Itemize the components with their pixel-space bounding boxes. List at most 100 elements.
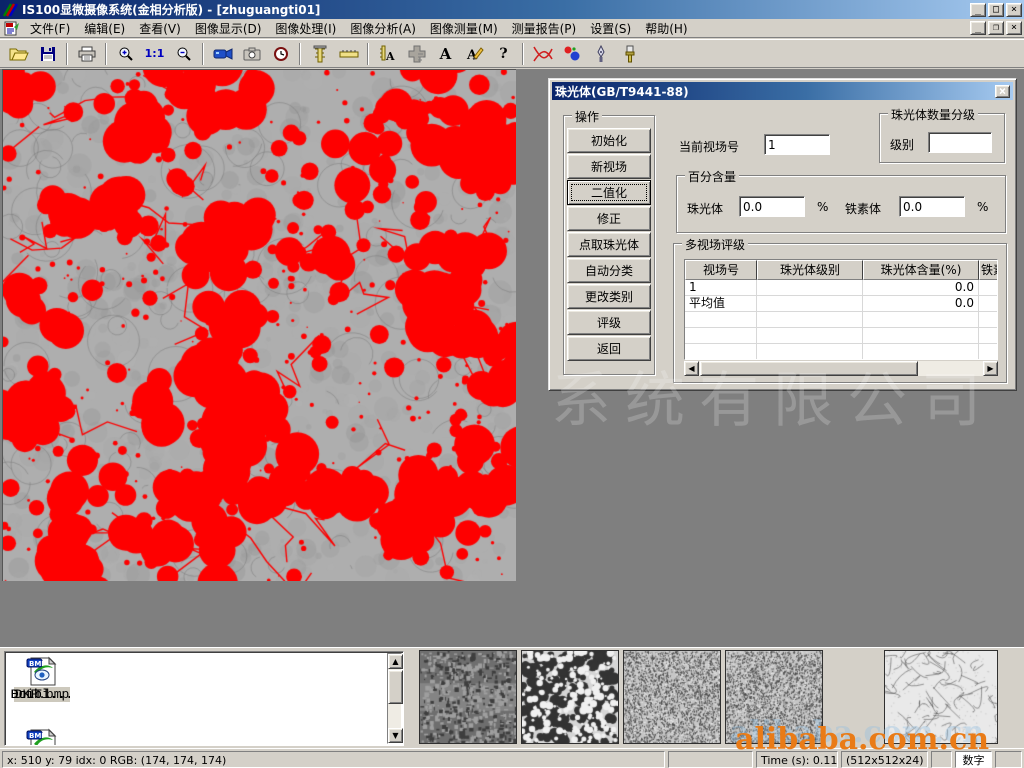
file-item[interactable]: BMP <box>5 728 79 746</box>
cursor-position-status: x: 510 y: 79 idx: 0 RGB: (174, 174, 174) <box>2 751 665 768</box>
operation-button[interactable]: 新视场 <box>567 154 651 179</box>
rating-table[interactable]: 视场号珠光体级别珠光体含量(%)铁素体 1 0.0 平均值 <box>684 259 998 360</box>
dialog-title: 珠光体(GB/T9441-88) <box>555 83 689 100</box>
operation-button[interactable]: 二值化 <box>567 180 651 205</box>
operation-group-label: 操作 <box>572 108 602 125</box>
menu-item[interactable]: 帮助(H) <box>638 19 694 38</box>
thumbnail-3[interactable] <box>623 650 721 744</box>
table-row[interactable]: 1 0.0 <box>685 280 997 296</box>
scroll-down-arrow-icon[interactable]: ▼ <box>388 728 403 743</box>
child-restore-button[interactable]: ❐ <box>988 21 1004 35</box>
operation-button[interactable]: 自动分类 <box>567 258 651 283</box>
svg-text:BMP: BMP <box>29 660 46 668</box>
zoom-in-button[interactable] <box>112 41 139 66</box>
menu-item[interactable]: 图像分析(A) <box>343 19 423 38</box>
empty-row <box>685 328 997 344</box>
micrograph-canvas[interactable] <box>2 69 516 581</box>
document-icon <box>4 21 20 36</box>
child-minimize-button[interactable]: _ <box>970 21 986 35</box>
ferrite-input[interactable] <box>899 196 965 217</box>
pen-button[interactable] <box>587 41 614 66</box>
table-horizontal-scrollbar[interactable]: ◀ ▶ <box>684 361 998 376</box>
child-close-button[interactable]: × <box>1006 21 1022 35</box>
operation-buttons: 初始化 新视场 二值化 修正 点取珠光体 自动分类 更改类别 评级 返回 <box>564 116 654 361</box>
pen-icon <box>595 45 607 63</box>
menu-item[interactable]: 图像处理(I) <box>268 19 343 38</box>
grading-group-label: 珠光体数量分级 <box>888 106 978 123</box>
dialog-close-button[interactable]: × <box>995 85 1010 98</box>
toolbar-separator <box>105 43 107 65</box>
scrollbar-thumb[interactable] <box>700 361 918 376</box>
scroll-up-arrow-icon[interactable]: ▲ <box>388 654 403 669</box>
video-capture-button[interactable] <box>209 41 236 66</box>
menu-item[interactable]: 查看(V) <box>132 19 188 38</box>
ferrite-label: 铁素体 <box>845 200 881 217</box>
dialog-title-bar[interactable]: 珠光体(GB/T9441-88) × <box>552 82 1013 100</box>
snapshot-button[interactable] <box>238 41 265 66</box>
ruler-button[interactable] <box>335 41 362 66</box>
operation-button[interactable]: 初始化 <box>567 128 651 153</box>
table-row[interactable]: 平均值 0.0 <box>685 296 997 312</box>
toolbar-separator <box>522 43 524 65</box>
thumbnail-5[interactable] <box>884 650 998 744</box>
file-item[interactable]: BMP HuiTi... <box>5 656 79 702</box>
column-header: 铁素体 <box>979 260 998 280</box>
operation-button[interactable]: 更改类别 <box>567 284 651 309</box>
app-logo-icon <box>2 2 18 18</box>
phase-dots-button[interactable] <box>558 41 585 66</box>
caliper-button[interactable] <box>306 41 333 66</box>
status-panel-empty <box>995 751 1022 768</box>
operation-group: 操作 初始化 新视场 二值化 修正 点取珠光体 自动分类 更改类别 <box>563 115 655 375</box>
print-button[interactable] <box>73 41 100 66</box>
brush-icon <box>624 45 636 63</box>
column-header: 珠光体级别 <box>757 260 863 280</box>
scrollbar-thumb[interactable] <box>388 670 403 704</box>
thumbnail-4[interactable] <box>725 650 823 744</box>
maximize-button[interactable]: □ <box>988 3 1004 17</box>
thumbnail-2[interactable] <box>521 650 619 744</box>
menu-item[interactable]: 图像测量(M) <box>423 19 505 38</box>
open-button[interactable] <box>5 41 32 66</box>
operation-button[interactable]: 返回 <box>567 336 651 361</box>
grid-cross-button[interactable] <box>403 41 430 66</box>
pearlite-input[interactable] <box>739 196 805 217</box>
curve-tool-button[interactable] <box>529 41 556 66</box>
menu-item[interactable]: 文件(F) <box>23 19 77 38</box>
minimize-button[interactable]: _ <box>970 3 986 17</box>
level-input[interactable] <box>928 132 992 153</box>
percent-group-label: 百分含量 <box>685 168 739 185</box>
grid-cross-icon <box>408 45 426 63</box>
zoom-out-button[interactable] <box>170 41 197 66</box>
menu-item[interactable]: 设置(S) <box>583 19 638 38</box>
toolbar-separator <box>367 43 369 65</box>
level-label: 级别 <box>890 136 914 153</box>
menu-item[interactable]: 编辑(E) <box>77 19 132 38</box>
timer-button[interactable] <box>267 41 294 66</box>
close-button[interactable]: × <box>1006 3 1022 17</box>
operation-button[interactable]: 修正 <box>567 206 651 231</box>
save-button[interactable] <box>34 41 61 66</box>
letter-a-icon: A <box>440 45 452 63</box>
brush-button[interactable] <box>616 41 643 66</box>
scroll-right-arrow-icon[interactable]: ▶ <box>983 361 998 376</box>
empty-row <box>685 344 997 360</box>
operation-button[interactable]: 评级 <box>567 310 651 335</box>
scroll-left-arrow-icon[interactable]: ◀ <box>684 361 699 376</box>
bmp-file-icon: BMP <box>25 656 59 687</box>
file-list[interactable]: BMP DKF.bmp BMP Doubl... <box>4 651 404 746</box>
status-panel-empty <box>668 751 753 768</box>
help-button[interactable]: ? <box>490 41 517 66</box>
annotate-button[interactable]: A <box>461 41 488 66</box>
toolbar-separator <box>299 43 301 65</box>
operation-button[interactable]: 点取珠光体 <box>567 232 651 257</box>
menu-item[interactable]: 图像显示(D) <box>188 19 269 38</box>
camera-icon <box>243 47 261 61</box>
current-field-input[interactable] <box>764 134 830 155</box>
file-list-scrollbar[interactable]: ▲ ▼ <box>387 653 402 744</box>
measure-text-button[interactable]: A <box>374 41 401 66</box>
text-button[interactable]: A <box>432 41 459 66</box>
thumbnail-1[interactable] <box>419 650 517 744</box>
actual-size-button[interactable]: 1:1 <box>141 41 168 66</box>
svg-text:BMP: BMP <box>29 732 46 740</box>
menu-item[interactable]: 测量报告(P) <box>505 19 584 38</box>
